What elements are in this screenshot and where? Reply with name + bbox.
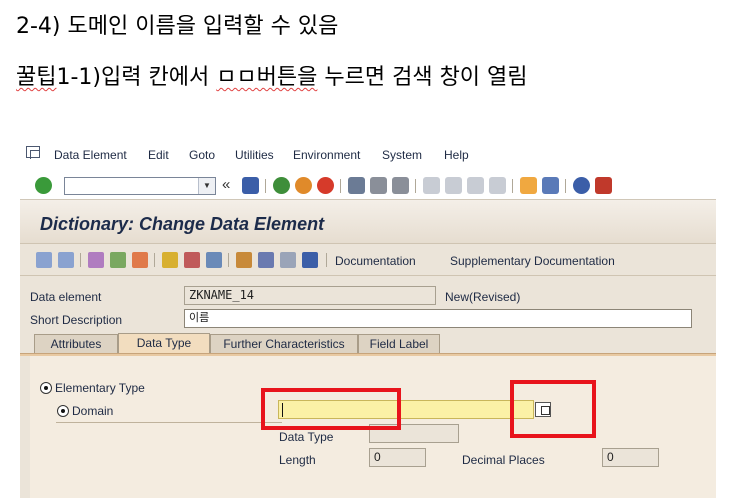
caption-button-word: ㅁㅁ버튼을: [216, 65, 318, 90]
chevron-down-icon[interactable]: ▼: [198, 178, 215, 194]
caption-text-end: 누르면 검색 창이 열림: [317, 65, 528, 90]
length-field: 0: [369, 448, 426, 467]
enter-icon[interactable]: [35, 177, 52, 194]
separator: [265, 179, 266, 193]
arrow-right-icon[interactable]: [58, 252, 74, 268]
list-icon[interactable]: [258, 252, 274, 268]
exit-icon[interactable]: [295, 177, 312, 194]
elementary-type-radio[interactable]: [40, 382, 52, 394]
caption-tip: 꿀팁: [16, 65, 57, 90]
separator: [80, 253, 81, 267]
tab-further-characteristics[interactable]: Further Characteristics: [210, 334, 358, 354]
first-page-icon[interactable]: [423, 177, 440, 194]
divider: [56, 422, 282, 423]
separator: [326, 253, 327, 267]
data-element-field: ZKNAME_14: [184, 286, 436, 305]
menu-bar: Data Element Edit Goto Utilities Environ…: [20, 140, 716, 170]
short-description-field[interactable]: 이름: [184, 309, 692, 328]
screen-title-bar: Dictionary: Change Data Element: [20, 200, 716, 244]
sap-window: Data Element Edit Goto Utilities Environ…: [20, 140, 716, 498]
shortcut-icon[interactable]: [542, 177, 559, 194]
previous-page-icon[interactable]: [445, 177, 462, 194]
collapse-icon[interactable]: «: [222, 176, 230, 193]
hierarchy-icon[interactable]: [236, 252, 252, 268]
standard-toolbar: ▼ «: [20, 170, 716, 200]
help-icon[interactable]: [573, 177, 590, 194]
menu-utilities[interactable]: Utilities: [235, 148, 274, 162]
find-icon[interactable]: [370, 177, 387, 194]
short-description-label: Short Description: [30, 313, 123, 327]
layout-icon[interactable]: [595, 177, 612, 194]
highlight-search-help-button: [510, 380, 596, 438]
separator: [512, 179, 513, 193]
domain-label: Domain: [72, 404, 114, 418]
separator: [565, 179, 566, 193]
information-icon[interactable]: [302, 252, 318, 268]
print-icon[interactable]: [348, 177, 365, 194]
domain-radio[interactable]: [57, 405, 69, 417]
tab-attributes[interactable]: Attributes: [34, 334, 118, 354]
activate-icon[interactable]: [162, 252, 178, 268]
separator: [228, 253, 229, 267]
screen-title: Dictionary: Change Data Element: [40, 214, 325, 234]
display-change-icon[interactable]: [88, 252, 104, 268]
status-field: [444, 286, 692, 305]
arrow-left-icon[interactable]: [36, 252, 52, 268]
supplementary-documentation-button[interactable]: Supplementary Documentation: [450, 254, 615, 268]
cancel-icon[interactable]: [317, 177, 334, 194]
documentation-button[interactable]: Documentation: [335, 254, 416, 268]
menu-help[interactable]: Help: [444, 148, 469, 162]
caption-line-1: 2-4) 도메인 이름을 입력할 수 있음: [16, 14, 339, 39]
save-icon[interactable]: [242, 177, 259, 194]
caption-line-2: 꿀팁1-1)입력 칸에서 ㅁㅁ버튼을 누르면 검색 창이 열림: [16, 61, 528, 95]
data-type-label: Data Type: [279, 430, 334, 444]
last-page-icon[interactable]: [489, 177, 506, 194]
application-toolbar: Documentation Supplementary Documentatio…: [20, 244, 716, 276]
ok-code-field[interactable]: [64, 177, 216, 195]
highlight-domain-input: [261, 388, 401, 430]
next-page-icon[interactable]: [467, 177, 484, 194]
tab-data-type[interactable]: Data Type: [118, 333, 210, 355]
other-object-icon[interactable]: [110, 252, 126, 268]
find-next-icon[interactable]: [392, 177, 409, 194]
test-icon[interactable]: [184, 252, 200, 268]
separator: [154, 253, 155, 267]
elementary-type-label: Elementary Type: [55, 381, 145, 395]
where-used-icon[interactable]: [206, 252, 222, 268]
decimal-places-label: Decimal Places: [462, 453, 545, 467]
length-label: Length: [279, 453, 316, 467]
check-icon[interactable]: [132, 252, 148, 268]
menu-system[interactable]: System: [382, 148, 422, 162]
tab-field-label[interactable]: Field Label: [358, 334, 440, 354]
menu-data-element[interactable]: Data Element: [54, 148, 127, 162]
menu-icon[interactable]: [26, 146, 40, 159]
menu-edit[interactable]: Edit: [148, 148, 169, 162]
menu-environment[interactable]: Environment: [293, 148, 360, 162]
new-session-icon[interactable]: [520, 177, 537, 194]
back-icon[interactable]: [273, 177, 290, 194]
caption-text: 1-1)입력 칸에서: [56, 65, 217, 90]
display-object-list-icon[interactable]: [280, 252, 296, 268]
data-element-label: Data element: [30, 290, 102, 304]
separator: [415, 179, 416, 193]
separator: [340, 179, 341, 193]
menu-goto[interactable]: Goto: [189, 148, 215, 162]
decimal-places-field: 0: [602, 448, 659, 467]
